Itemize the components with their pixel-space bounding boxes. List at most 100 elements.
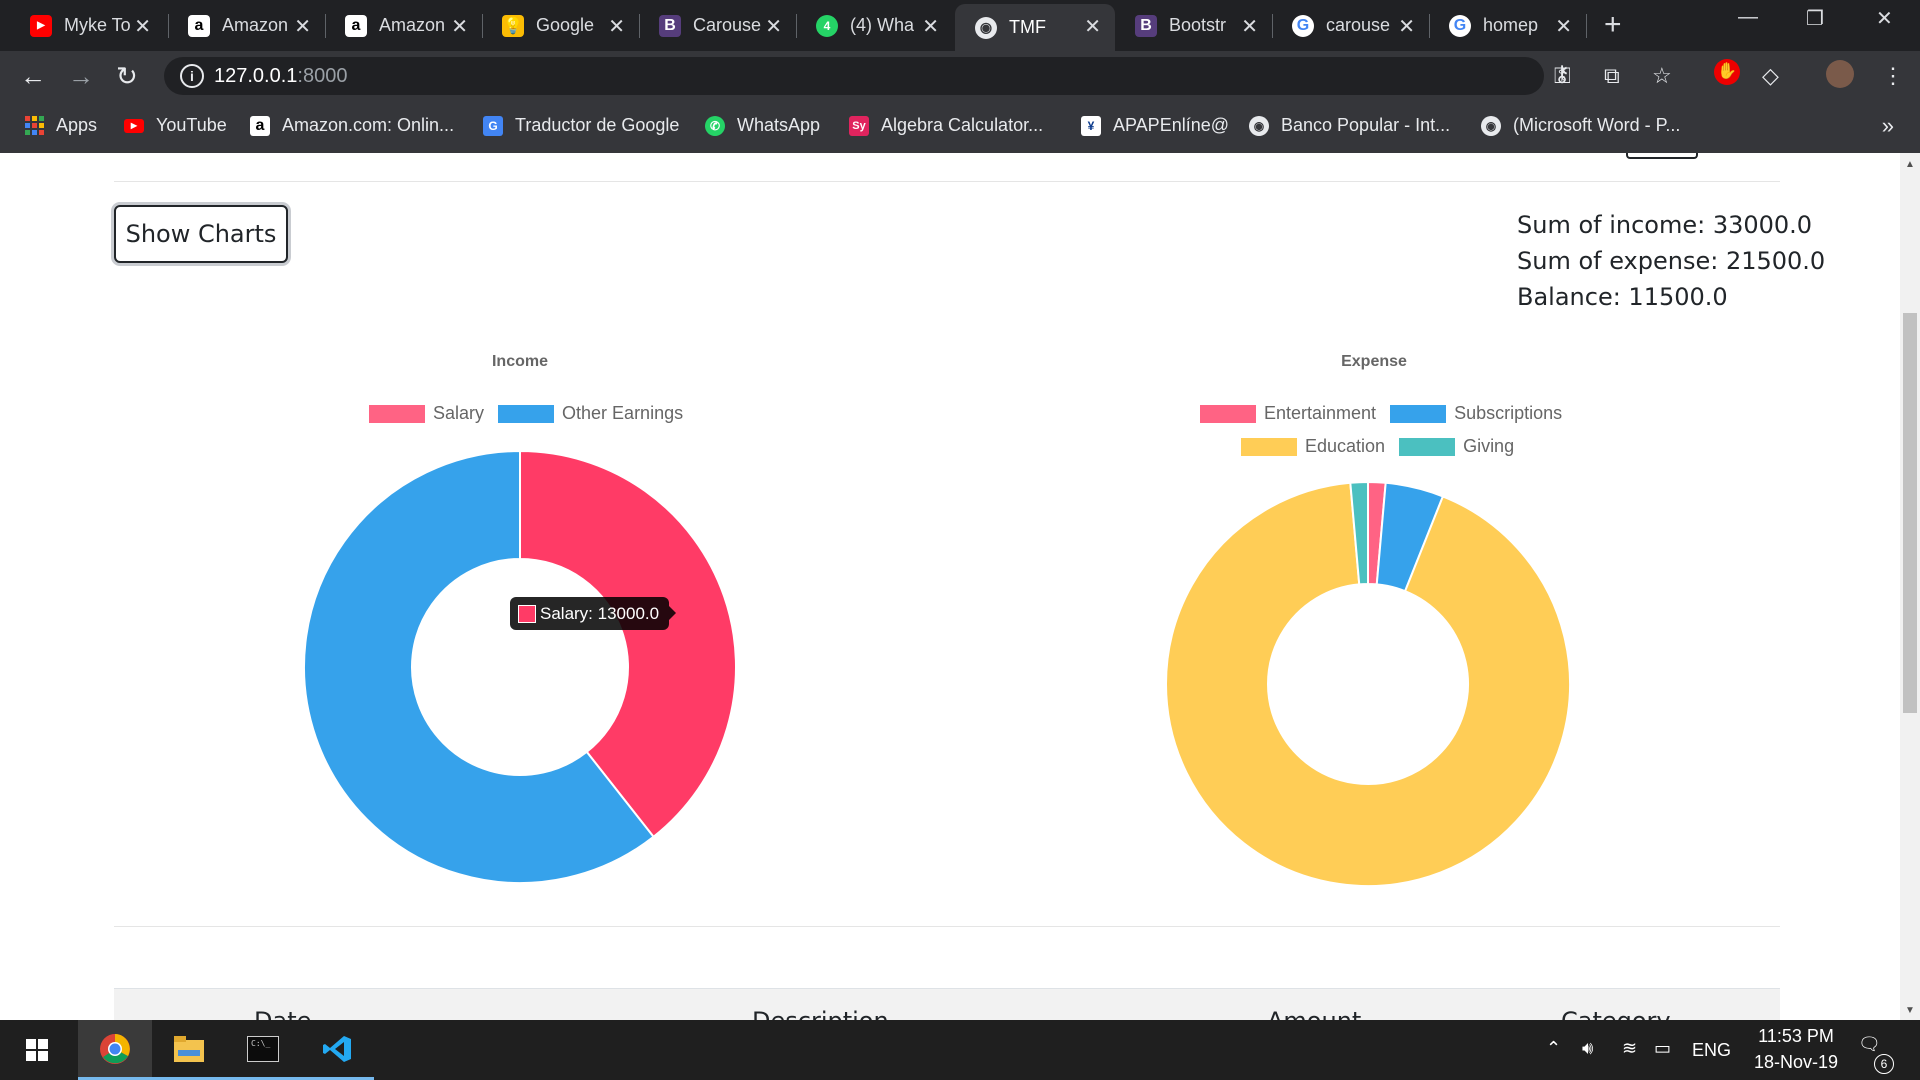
legend-label-other-earnings[interactable]: Other Earnings [562, 403, 683, 424]
close-icon[interactable]: ✕ [1241, 14, 1258, 39]
legend-swatch-education[interactable] [1241, 437, 1297, 456]
page-content: Show Charts Sum of income: 33000.0 Sum o… [0, 153, 1900, 1020]
bookmark-star-icon[interactable]: ☆ [1652, 63, 1672, 89]
legend-swatch-salary[interactable] [369, 404, 425, 423]
legend-swatch-entertainment[interactable] [1200, 404, 1256, 423]
tab-carousel[interactable]: B Carouse ✕ [639, 4, 796, 47]
expense-donut-chart[interactable] [1160, 463, 1580, 913]
bookmark-apps[interactable]: Apps [24, 115, 97, 136]
clock-time[interactable]: 11:53 PM [1750, 1026, 1842, 1047]
page-scrollbar[interactable]: ▲ ▼ [1900, 153, 1920, 1020]
file-explorer-taskbar-icon[interactable] [152, 1020, 226, 1080]
bulb-extension-icon[interactable]: ◇ [1762, 63, 1779, 89]
legend-label-salary[interactable]: Salary [433, 403, 484, 424]
show-hidden-icons-icon[interactable]: ⌃ [1546, 1038, 1561, 1059]
tab-amazon[interactable]: a Amazon ✕ [168, 4, 325, 47]
column-header-date[interactable]: Date [254, 1007, 311, 1020]
amazon-icon: a [188, 14, 210, 37]
chart-tooltip: Salary: 13000.0 [510, 597, 677, 630]
minimize-icon[interactable]: — [1738, 6, 1758, 29]
close-icon[interactable]: ✕ [451, 14, 468, 39]
sum-of-income: Sum of income: 33000.0 [1517, 211, 1813, 239]
menu-kebab-icon[interactable]: ⋮ [1882, 63, 1904, 89]
window-close-icon[interactable]: ✕ [1876, 6, 1893, 31]
sum-of-expense: Sum of expense: 21500.0 [1517, 247, 1826, 275]
restore-icon[interactable]: ❐ [1806, 6, 1824, 31]
notifications-icon[interactable]: 🗨︎ [1858, 1034, 1881, 1055]
vscode-taskbar-icon[interactable] [300, 1020, 374, 1080]
forward-icon[interactable]: → [68, 61, 94, 92]
reload-icon[interactable]: ↻ [116, 61, 138, 92]
tab-bootstrap[interactable]: B Bootstr ✕ [1115, 4, 1272, 47]
bookmark-google-translate[interactable]: G Traductor de Google [483, 115, 679, 136]
terminal-taskbar-icon[interactable]: C:\_ [226, 1020, 300, 1080]
tab-google-homepage[interactable]: G homep ✕ [1429, 4, 1586, 47]
close-icon[interactable]: ✕ [922, 14, 939, 39]
key-icon[interactable]: ⚿ [1554, 63, 1571, 89]
column-header-amount[interactable]: Amount [1267, 1007, 1361, 1020]
battery-icon[interactable]: ▭ [1654, 1038, 1671, 1059]
volume-icon[interactable]: 🔊︎ [1582, 1038, 1593, 1059]
bookmark-label: Algebra Calculator... [881, 115, 1044, 135]
legend-label-giving[interactable]: Giving [1463, 436, 1514, 457]
column-header-category[interactable]: Category [1561, 1007, 1671, 1020]
close-icon[interactable]: ✕ [608, 14, 625, 39]
google-translate-icon: G [483, 115, 503, 136]
language-indicator[interactable]: ENG [1692, 1040, 1731, 1061]
wifi-icon[interactable]: ≋ [1622, 1038, 1637, 1059]
bookmark-amazon[interactable]: a Amazon.com: Onlin... [250, 115, 454, 136]
info-icon[interactable]: i [180, 64, 204, 88]
bookmark-microsoft-word[interactable]: ◉ (Microsoft Word - P... [1481, 115, 1680, 136]
legend-label-entertainment[interactable]: Entertainment [1264, 403, 1376, 424]
close-icon[interactable]: ✕ [134, 14, 151, 39]
chrome-taskbar-icon[interactable] [78, 1020, 152, 1080]
tab-amazon-2[interactable]: a Amazon ✕ [325, 4, 482, 47]
clock-date[interactable]: 18-Nov-19 [1744, 1052, 1848, 1073]
tab-tmf[interactable]: ◉ TMF ✕ [955, 4, 1115, 51]
tab-whatsapp[interactable]: 4 (4) Wha ✕ [796, 4, 953, 47]
youtube-icon: ▶ [30, 14, 52, 37]
notification-count-badge: 6 [1874, 1054, 1894, 1074]
close-icon[interactable]: ✕ [1084, 14, 1101, 39]
bookmark-whatsapp[interactable]: ✆ WhatsApp [705, 115, 820, 136]
close-icon[interactable]: ✕ [1555, 14, 1572, 39]
url-text[interactable]: 127.0.0.1:8000 [214, 65, 347, 88]
close-icon[interactable]: ✕ [1398, 14, 1415, 39]
new-tab-icon[interactable]: + [1604, 8, 1622, 42]
close-icon[interactable]: ✕ [765, 14, 782, 39]
show-charts-button[interactable]: Show Charts [114, 205, 288, 263]
tab-google-keep[interactable]: 💡 Google ✕ [482, 4, 639, 47]
bookmark-label: Apps [56, 115, 98, 135]
bookmark-algebra-calculator[interactable]: Sy Algebra Calculator... [849, 115, 1043, 136]
legend-swatch-subscriptions[interactable] [1390, 404, 1447, 423]
more-bookmarks-icon[interactable]: » [1882, 113, 1894, 139]
legend-label-education[interactable]: Education [1305, 436, 1385, 457]
tab-google-carousel[interactable]: G carouse ✕ [1272, 4, 1429, 47]
column-header-description[interactable]: Description [752, 1007, 889, 1020]
adblock-extension-icon[interactable]: ✋ [1714, 59, 1740, 85]
tab-title: homep [1483, 15, 1539, 35]
bookmark-apap[interactable]: ¥ APAPEnlíne@ [1081, 115, 1229, 136]
legend-swatch-other-earnings[interactable] [498, 404, 555, 423]
avatar[interactable] [1826, 60, 1854, 88]
bookmark-youtube[interactable]: ▶ YouTube [124, 115, 227, 136]
tab-youtube[interactable]: ▶ Myke To ✕ [0, 4, 165, 47]
scroll-up-icon[interactable]: ▲ [1905, 159, 1915, 170]
legend-label-subscriptions[interactable]: Subscriptions [1454, 403, 1562, 424]
scroll-down-icon[interactable]: ▼ [1905, 1005, 1915, 1016]
globe-icon: ◉ [1481, 115, 1501, 136]
address-bar[interactable]: i 127.0.0.1:8000 ⚷ [164, 57, 1570, 95]
amazon-icon: a [345, 14, 367, 37]
legend-swatch-giving[interactable] [1399, 437, 1456, 456]
income-donut-chart[interactable] [300, 433, 740, 913]
tab-title: Carouse [693, 15, 761, 35]
whatsapp-icon: ✆ [705, 115, 725, 136]
bookmark-banco-popular[interactable]: ◉ Banco Popular - Int... [1249, 115, 1450, 136]
partial-button[interactable] [1626, 153, 1698, 159]
url-port: :8000 [297, 65, 348, 87]
translate-icon[interactable]: ⧉ [1604, 63, 1620, 89]
close-icon[interactable]: ✕ [294, 14, 311, 39]
back-icon[interactable]: ← [20, 61, 46, 92]
windows-start-icon[interactable] [0, 1020, 74, 1080]
scrollbar-thumb[interactable] [1903, 313, 1917, 713]
